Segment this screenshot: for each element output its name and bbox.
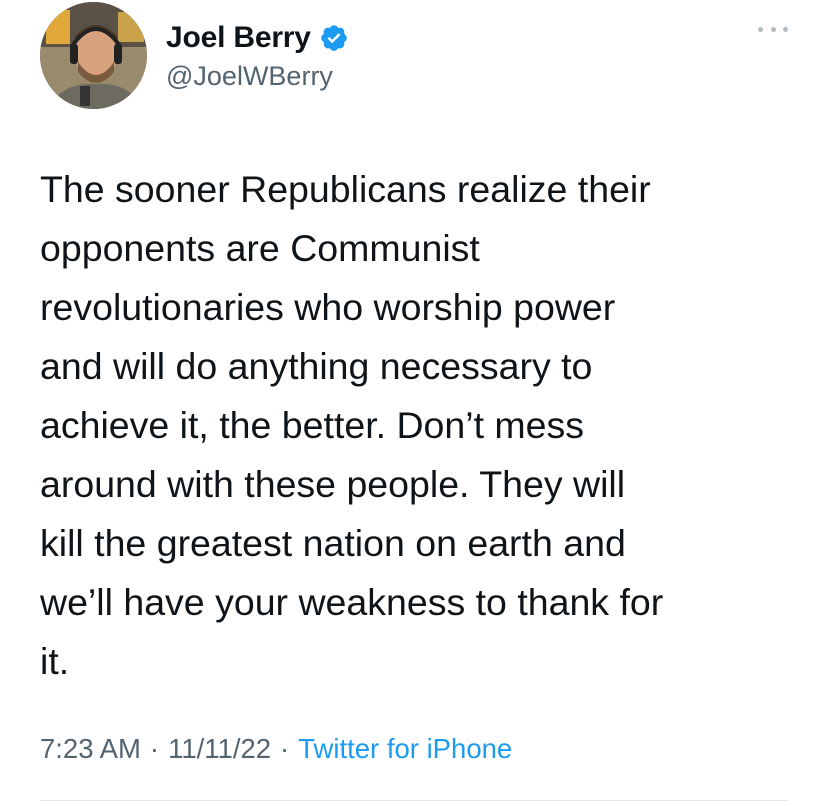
separator-dot: · bbox=[149, 733, 160, 764]
tweet-source-link[interactable]: Twitter for iPhone bbox=[298, 733, 512, 765]
separator-dot: · bbox=[280, 733, 290, 764]
avatar[interactable] bbox=[40, 2, 147, 109]
divider bbox=[40, 800, 788, 801]
author-handle[interactable]: @JoelWBerry bbox=[166, 61, 333, 92]
tweet: Joel Berry @JoelWBerry The sooner Republ… bbox=[0, 0, 828, 806]
more-options-icon[interactable] bbox=[758, 22, 788, 36]
tweet-time[interactable]: 7:23 AM bbox=[40, 733, 141, 765]
tweet-text: The sooner Republicans realize their opp… bbox=[40, 168, 664, 682]
author-name-row[interactable]: Joel Berry bbox=[166, 18, 349, 58]
verified-badge-icon bbox=[320, 25, 347, 51]
display-name[interactable]: Joel Berry bbox=[166, 21, 311, 55]
avatar-image bbox=[40, 2, 147, 109]
tweet-metadata: 7:23 AM · 11/11/22 · Twitter for iPhone bbox=[40, 733, 512, 765]
tweet-date[interactable]: 11/11/22 bbox=[168, 733, 271, 765]
